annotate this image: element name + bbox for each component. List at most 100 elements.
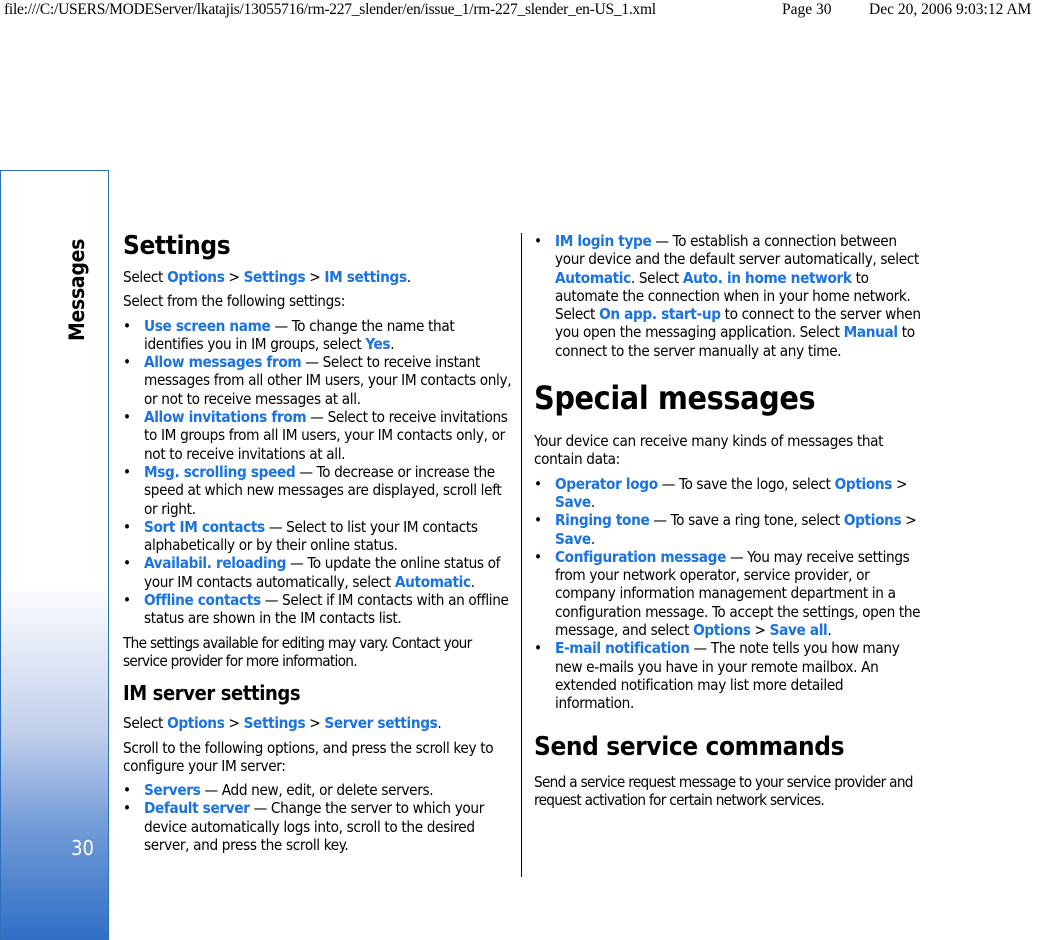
nav-separator: > [305, 268, 325, 286]
menu-link-save-all[interactable]: Save all [770, 621, 828, 639]
value-link[interactable]: Auto. in home network [683, 269, 852, 287]
chapter-sidebar: Messages 30 [0, 170, 109, 940]
list-item: • Sort IM contacts — Select to list your … [123, 518, 513, 555]
service-commands-heading: Send service commands [534, 731, 845, 762]
page-label: Page 30 [782, 1, 832, 18]
bullet-icon: • [123, 591, 131, 610]
settings-nav-path: Select Options > Settings > IM settings. [123, 268, 513, 286]
server-intro: Scroll to the following options, and pre… [123, 738, 494, 775]
list-item: • Configuration message — You may receive… [534, 548, 924, 639]
option-link[interactable]: Use screen name [144, 317, 271, 335]
item-text: . [390, 334, 395, 353]
menu-link-options[interactable]: Options [167, 268, 225, 286]
nav-separator: > [224, 714, 244, 733]
nav-text: Select [123, 268, 168, 286]
nav-separator: > [305, 714, 325, 733]
menu-link-settings[interactable]: Settings [244, 714, 306, 732]
print-datetime: Dec 20, 2006 9:03:12 AM [869, 1, 1032, 18]
list-item: • Availabil. reloading — To update the on… [123, 554, 513, 591]
list-item: • Servers — Add new, edit, or delete serv… [123, 781, 513, 799]
page-number: 30 [71, 836, 94, 860]
service-text: Send a service request message to your s… [534, 772, 913, 809]
list-item: • IM login type — To establish a connecti… [534, 232, 924, 360]
item-text: . [590, 492, 595, 511]
file-path: file:///C:/USERS/MODEServer/lkatajis/130… [4, 1, 656, 18]
bullet-icon: • [123, 462, 131, 481]
bullet-icon: • [123, 316, 131, 335]
option-link[interactable]: Msg. scrolling speed [144, 463, 296, 481]
settings-list: • Use screen name — To change the name th… [123, 317, 513, 628]
nav-text: Select [123, 714, 168, 733]
login-list: • IM login type — To establish a connecti… [534, 232, 924, 360]
server-list: • Servers — Add new, edit, or delete serv… [123, 781, 513, 854]
bullet-icon: • [534, 511, 542, 530]
menu-link-options[interactable]: Options [693, 621, 751, 639]
value-link[interactable]: Automatic [395, 573, 471, 591]
bullet-icon: • [534, 547, 542, 566]
bullet-icon: • [534, 232, 542, 250]
nav-separator: > [224, 268, 244, 286]
print-header: file:///C:/USERS/MODEServer/lkatajis/130… [0, 0, 1045, 18]
bullet-icon: • [123, 781, 131, 800]
bullet-icon: • [123, 408, 131, 427]
menu-link-im-settings[interactable]: IM settings [324, 268, 407, 286]
menu-link-save[interactable]: Save [555, 493, 591, 511]
option-link[interactable]: Allow messages from [144, 353, 302, 371]
left-column: Settings Select Options > Settings > IM … [123, 230, 513, 860]
option-link[interactable]: Availabil. reloading [144, 554, 286, 572]
nav-text: . [437, 714, 442, 733]
item-text: — To save a ring tone, select [649, 511, 844, 530]
list-item: • E-mail notification — The note tells yo… [534, 639, 924, 712]
menu-link-options[interactable]: Options [844, 511, 902, 529]
list-item: • Use screen name — To change the name th… [123, 317, 513, 354]
list-item: • Allow messages from — Select to receive… [123, 353, 513, 408]
special-list: • Operator logo — To save the logo, selec… [534, 475, 924, 713]
menu-link-settings[interactable]: Settings [244, 268, 306, 286]
server-settings-heading: IM server settings [123, 681, 301, 706]
option-link[interactable]: Operator logo [555, 475, 658, 493]
server-nav-path: Select Options > Settings > Server setti… [123, 714, 513, 732]
item-text: . [590, 529, 595, 548]
settings-intro: Select from the following settings: [123, 292, 345, 311]
bullet-icon: • [534, 639, 542, 658]
nav-separator: > [892, 474, 908, 493]
value-link[interactable]: Automatic [555, 269, 631, 287]
list-item: • Allow invitations from — Select to rece… [123, 408, 513, 463]
value-link[interactable]: On app. start-up [599, 305, 721, 323]
menu-link-options[interactable]: Options [835, 475, 893, 493]
bullet-icon: • [123, 353, 131, 372]
option-link[interactable]: IM login type [555, 232, 652, 250]
item-text: — Add new, edit, or delete servers. [200, 781, 434, 800]
settings-heading: Settings [123, 231, 231, 261]
column-divider [521, 233, 522, 877]
item-text: . Select [630, 268, 683, 287]
menu-link-save[interactable]: Save [555, 530, 591, 548]
option-link[interactable]: Sort IM contacts [144, 518, 265, 536]
list-item: • Operator logo — To save the logo, selec… [534, 475, 924, 512]
nav-separator: > [750, 621, 770, 640]
menu-link-server-settings[interactable]: Server settings [324, 714, 437, 732]
item-text: . [827, 621, 832, 640]
value-link[interactable]: Yes [365, 335, 390, 353]
option-link[interactable]: Allow invitations from [144, 408, 307, 426]
option-link[interactable]: Offline contacts [144, 591, 261, 609]
item-text: . [470, 572, 475, 591]
option-link[interactable]: Ringing tone [555, 511, 650, 529]
option-link[interactable]: E-mail notification [555, 639, 690, 657]
item-text: — To save the logo, select [657, 474, 835, 493]
nav-separator: > [901, 511, 917, 530]
option-link[interactable]: Default server [144, 799, 250, 817]
bullet-icon: • [534, 474, 542, 493]
bullet-icon: • [123, 554, 131, 573]
option-link[interactable]: Configuration message [555, 548, 726, 566]
bullet-icon: • [123, 517, 131, 536]
option-link[interactable]: Servers [144, 781, 201, 799]
chapter-title: Messages [65, 238, 89, 341]
list-item: • Ringing tone — To save a ring tone, sel… [534, 511, 924, 548]
menu-link-options[interactable]: Options [167, 714, 225, 732]
special-intro: Your device can receive many kinds of me… [534, 432, 884, 469]
list-item: • Msg. scrolling speed — To decrease or i… [123, 463, 513, 518]
value-link[interactable]: Manual [844, 323, 898, 341]
settings-note: The settings available for editing may v… [123, 633, 472, 670]
bullet-icon: • [123, 799, 131, 818]
